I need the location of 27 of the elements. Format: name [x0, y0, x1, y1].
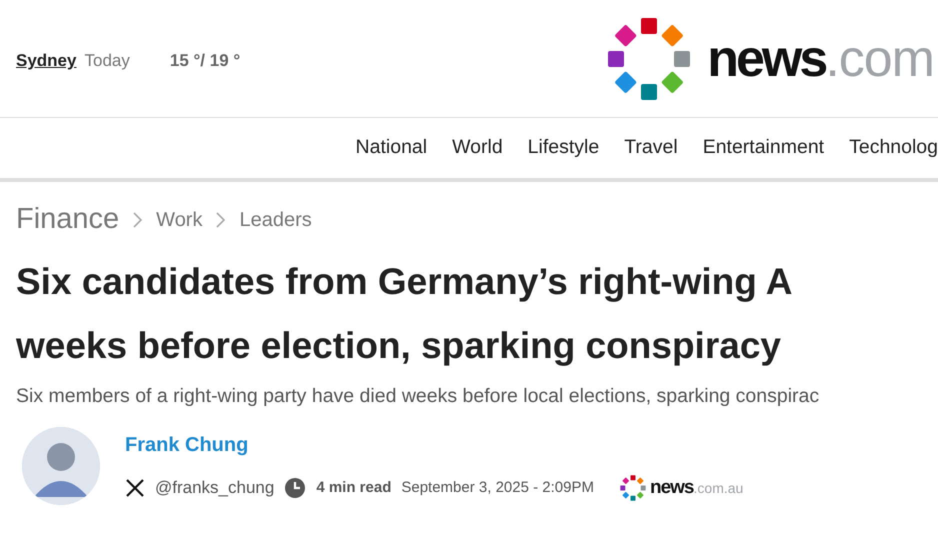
chevron-icon	[216, 212, 226, 228]
temperature-range: 15 °/ 19 °	[170, 50, 240, 72]
publish-date: September 3, 2025 - 2:09PM	[401, 478, 594, 498]
breadcrumb-link[interactable]: Work	[156, 204, 202, 235]
headline-line: weeks before election, sparking conspiracy	[16, 324, 782, 368]
breadcrumb-link[interactable]: Finance	[16, 198, 120, 242]
nav-link[interactable]: Lifestyle	[528, 133, 600, 163]
nav-link[interactable]: Technolog	[849, 133, 938, 163]
x-logo-icon[interactable]	[125, 478, 145, 498]
source-logo-text: news.com.au	[650, 476, 744, 500]
site-logo-text[interactable]: news.com	[707, 32, 934, 84]
clock-icon	[284, 476, 306, 499]
location-link[interactable]: Sydney	[16, 48, 76, 74]
breadcrumb-link[interactable]: Leaders	[239, 204, 312, 235]
nav-link[interactable]: Entertainment	[702, 133, 824, 163]
read-time: 4 min read	[316, 478, 392, 498]
author-handle[interactable]: @franks_chung	[155, 475, 274, 500]
source-logo-dots-icon	[620, 474, 646, 501]
chevron-icon	[133, 212, 142, 228]
author-name[interactable]: Frank Chung	[125, 430, 744, 460]
nav-link[interactable]: National	[356, 133, 428, 163]
headline-line: Six candidates from Germany’s right-wing A	[16, 260, 794, 304]
forecast-day: Today	[84, 48, 130, 74]
nav-link[interactable]: World	[452, 133, 503, 163]
nav-link[interactable]: Travel	[624, 133, 678, 163]
standfirst: Six members of a right-wing party have died weeks before local elections, sparking conspirac	[16, 384, 820, 408]
logo-dots-icon	[607, 16, 692, 100]
